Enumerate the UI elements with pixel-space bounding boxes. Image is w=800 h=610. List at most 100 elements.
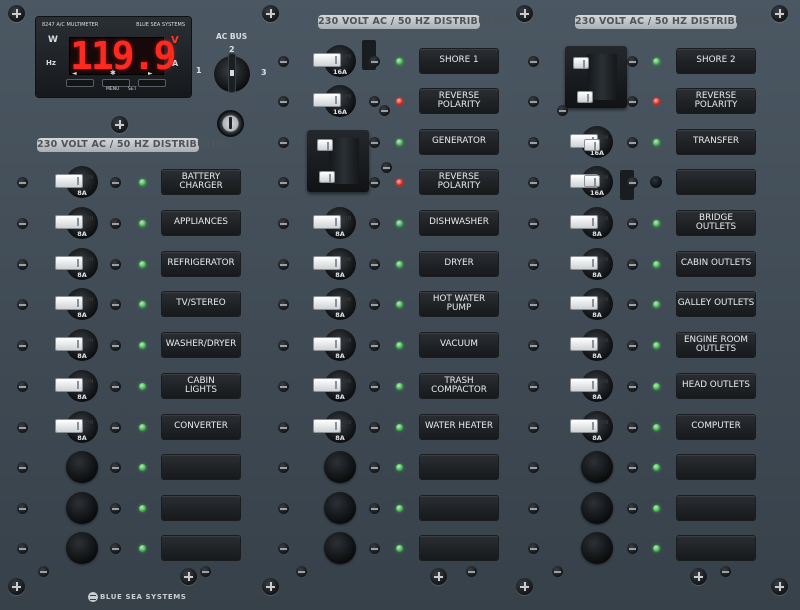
- indicator-led-right-9: [652, 423, 660, 431]
- breaker-toggle-right-4[interactable]: [571, 216, 597, 228]
- breaker-toggle-middle-1[interactable]: [314, 94, 340, 106]
- meter-right-button[interactable]: [138, 79, 166, 87]
- breaker-toggle-right-8[interactable]: [571, 379, 597, 391]
- breaker-blank-plug: [581, 532, 613, 564]
- breaker-screw: [369, 218, 380, 229]
- breaker-screw: [278, 259, 289, 270]
- interlock-slide-generator[interactable]: [307, 130, 369, 192]
- breaker-on-label: ON: [85, 379, 94, 385]
- breaker-rating: 8A: [335, 393, 345, 401]
- breaker-screw: [369, 177, 380, 188]
- breaker-on-label: ON: [343, 257, 352, 263]
- breaker-screw: [110, 462, 121, 473]
- indicator-led-middle-7: [395, 341, 403, 349]
- breaker-toggle-left-9[interactable]: [56, 420, 82, 432]
- breaker-rating: 8A: [592, 352, 602, 360]
- breaker-on-label: ON: [85, 297, 94, 303]
- breaker-toggle-middle-9[interactable]: [314, 420, 340, 432]
- breaker-on-label: ON: [343, 54, 352, 60]
- breaker-on-label: ON: [600, 338, 609, 344]
- breaker-screw: [110, 218, 121, 229]
- circuit-label-left-11: [162, 496, 240, 520]
- ac-bus-position-3: 3: [261, 68, 267, 77]
- breaker-screw: [17, 299, 28, 310]
- circuit-label-text: WASHER/DRYER: [165, 339, 237, 350]
- breaker-toggle-left-5[interactable]: [56, 257, 82, 269]
- breaker-screw: [528, 381, 539, 392]
- lock-screw: [557, 105, 568, 116]
- circuit-label-text: VACUUM: [440, 339, 478, 350]
- breaker-toggle-left-4[interactable]: [56, 216, 82, 228]
- breaker-toggle-right-7[interactable]: [571, 338, 597, 350]
- circuit-label-right-5: CABIN OUTLETS: [677, 252, 755, 276]
- panel-screw: [516, 5, 533, 22]
- circuit-label-text: SHORE 2: [696, 55, 736, 66]
- circuit-label-left-10: [162, 455, 240, 479]
- breaker-screw: [627, 543, 638, 554]
- breaker-rating: 8A: [335, 311, 345, 319]
- breaker-blank-plug: [324, 492, 356, 524]
- circuit-label-text: REVERSE POLARITY: [437, 171, 481, 191]
- breaker-screw: [278, 218, 289, 229]
- breaker-rating: 16A: [589, 189, 605, 197]
- indicator-led-middle-8: [395, 382, 403, 390]
- breaker-screw: [528, 340, 539, 351]
- indicator-led-left-7: [138, 341, 146, 349]
- circuit-label-text: HOT WATER PUMP: [432, 293, 486, 313]
- circuit-label-left-5: REFRIGERATOR: [162, 252, 240, 276]
- circuit-label-text: REVERSE POLARITY: [694, 90, 738, 110]
- circuit-label-middle-5: DRYER: [420, 252, 498, 276]
- interlock-slide-shore-2[interactable]: [565, 46, 627, 108]
- breaker-screw: [17, 543, 28, 554]
- breaker-screw: [528, 543, 539, 554]
- ac-bus-selector-knob[interactable]: [214, 54, 250, 92]
- ac-bus-title: AC BUS: [216, 32, 248, 41]
- circuit-label-left-3: BATTERY CHARGER: [162, 170, 240, 194]
- indicator-led-middle-5: [395, 260, 403, 268]
- breaker-toggle-middle-4[interactable]: [314, 216, 340, 228]
- circuit-label-text: CABIN LIGHTS: [185, 375, 217, 395]
- breaker-toggle-left-8[interactable]: [56, 379, 82, 391]
- breaker-toggle-left-7[interactable]: [56, 338, 82, 350]
- breaker-toggle-left-3[interactable]: [56, 175, 82, 187]
- breaker-screw: [17, 218, 28, 229]
- breaker-toggle-right-5[interactable]: [571, 257, 597, 269]
- breaker-screw: [17, 381, 28, 392]
- indicator-led-middle-6: [395, 300, 403, 308]
- breaker-toggle-right-9[interactable]: [571, 420, 597, 432]
- panel-screw: [771, 5, 788, 22]
- panel-screw: [430, 568, 447, 585]
- breaker-on-label: ON: [600, 420, 609, 426]
- circuit-label-text: ENGINE ROOM OUTLETS: [683, 334, 749, 354]
- ac-bus-position-1: 1: [196, 66, 202, 75]
- meter-center-button[interactable]: [102, 79, 130, 87]
- breaker-toggle-right-6[interactable]: [571, 297, 597, 309]
- breaker-toggle-left-6[interactable]: [56, 297, 82, 309]
- breaker-rating: 16A: [589, 149, 605, 157]
- indicator-led-middle-1: [395, 97, 403, 105]
- circuit-label-text: GENERATOR: [431, 136, 486, 147]
- breaker-toggle-middle-8[interactable]: [314, 379, 340, 391]
- meter-left-button[interactable]: [66, 79, 94, 87]
- breaker-screw: [627, 56, 638, 67]
- breaker-on-label: ON: [343, 216, 352, 222]
- breaker-toggle-middle-6[interactable]: [314, 297, 340, 309]
- blue-sea-logo-icon: [88, 592, 98, 602]
- breaker-screw: [369, 137, 380, 148]
- circuit-label-left-9: CONVERTER: [162, 415, 240, 439]
- panel-screw-small: [296, 566, 307, 577]
- breaker-toggle-middle-0[interactable]: [314, 54, 340, 66]
- breaker-screw: [278, 503, 289, 514]
- breaker-screw: [627, 503, 638, 514]
- breaker-screw: [369, 56, 380, 67]
- panel-screw-small: [38, 566, 49, 577]
- indicator-led-left-8: [138, 382, 146, 390]
- circuit-label-middle-3: REVERSE POLARITY: [420, 170, 498, 194]
- arrow-right-icon: ►: [148, 70, 153, 77]
- breaker-toggle-middle-5[interactable]: [314, 257, 340, 269]
- key-lock[interactable]: [217, 110, 244, 137]
- breaker-screw: [278, 462, 289, 473]
- indicator-led-middle-4: [395, 219, 403, 227]
- circuit-label-middle-2: GENERATOR: [420, 130, 498, 154]
- breaker-toggle-middle-7[interactable]: [314, 338, 340, 350]
